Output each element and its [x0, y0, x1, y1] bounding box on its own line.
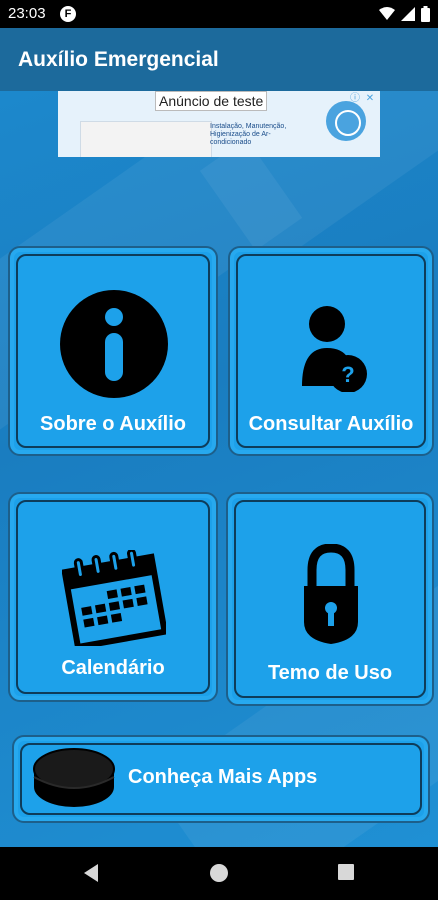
status-icons — [379, 6, 430, 22]
wifi-icon — [379, 7, 395, 20]
ad-text: Instalação, Manutenção, Higienização de … — [210, 123, 287, 146]
info-circle-icon — [60, 290, 168, 398]
svg-text:?: ? — [341, 362, 354, 387]
back-icon[interactable] — [84, 864, 98, 882]
ad-controls: ⓘ ✕ — [349, 93, 376, 105]
puck-icon — [33, 748, 115, 807]
notification-badge-icon: F — [60, 6, 76, 22]
ad-banner[interactable]: Anúncio de teste Instalação, Manutenção,… — [58, 91, 380, 157]
battery-icon — [421, 6, 430, 22]
main-content: Anúncio de teste Instalação, Manutenção,… — [0, 91, 438, 847]
whatsapp-icon — [326, 101, 366, 141]
info-icon[interactable]: ⓘ — [349, 93, 361, 105]
user-question-icon: ? — [302, 306, 367, 392]
ad-test-badge: Anúncio de teste — [155, 91, 268, 111]
lock-icon — [304, 544, 358, 644]
status-time: 23:03 — [8, 5, 46, 22]
system-nav-bar — [0, 847, 438, 900]
status-bar: 23:03 F — [0, 0, 438, 28]
ad-image — [80, 121, 212, 157]
card-label: Conheça Mais Apps — [128, 766, 318, 788]
card-label: Temo de Uso — [267, 662, 393, 684]
recent-apps-icon[interactable] — [338, 864, 354, 880]
close-icon[interactable]: ✕ — [364, 93, 376, 105]
signal-icon — [401, 7, 415, 21]
card-sobre-auxilio[interactable]: Sobre o Auxílio — [8, 246, 218, 456]
card-consultar-auxilio[interactable]: ? Consultar Auxílio — [228, 246, 434, 456]
app-bar: Auxílio Emergencial — [0, 28, 438, 91]
calendar-icon — [62, 550, 166, 646]
card-calendario[interactable]: Calendário — [8, 492, 218, 702]
card-label: Calendário — [61, 657, 165, 679]
card-label: Consultar Auxílio — [248, 413, 414, 435]
card-termo-de-uso[interactable]: Temo de Uso — [226, 492, 434, 706]
home-icon[interactable] — [210, 864, 228, 882]
card-conheca-mais-apps[interactable]: Conheça Mais Apps — [12, 735, 430, 823]
card-label: Sobre o Auxílio — [40, 413, 186, 435]
app-title: Auxílio Emergencial — [18, 48, 219, 71]
